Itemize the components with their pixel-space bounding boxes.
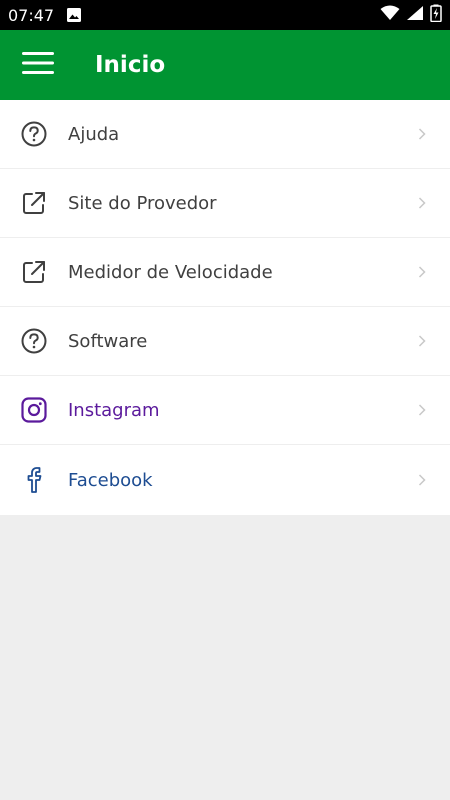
instagram-icon [0,376,68,445]
hamburger-menu-icon [22,51,54,80]
chevron-right-icon [418,169,426,237]
app-bar: Inicio [0,30,450,100]
page-title: Inicio [95,52,166,78]
signal-icon [406,5,424,26]
menu-item-label: Ajuda [68,123,120,145]
menu-list: Ajuda Site do Provedor Medidor de Veloci… [0,100,450,515]
menu-item-instagram[interactable]: Instagram [0,376,450,445]
chevron-right-icon [418,307,426,375]
chevron-right-icon [418,376,426,444]
menu-item-medidor-de-velocidade[interactable]: Medidor de Velocidade [0,238,450,307]
wifi-icon [380,5,400,26]
external-link-icon [0,238,68,307]
chevron-right-icon [418,100,426,168]
status-time: 07:47 [8,5,55,25]
status-bar: 07:47 [0,0,450,30]
menu-item-ajuda[interactable]: Ajuda [0,100,450,169]
menu-item-site-do-provedor[interactable]: Site do Provedor [0,169,450,238]
menu-item-facebook[interactable]: Facebook [0,445,450,515]
menu-item-label: Medidor de Velocidade [68,261,273,283]
facebook-icon [0,446,68,515]
external-link-icon [0,169,68,238]
battery-icon [430,4,442,27]
menu-item-label: Software [68,330,148,352]
image-icon [66,7,82,23]
menu-item-software[interactable]: Software [0,307,450,376]
menu-item-label: Facebook [68,469,153,491]
help-circle-icon [0,307,68,376]
status-icons [380,4,442,27]
menu-item-label: Site do Provedor [68,192,217,214]
menu-item-label: Instagram [68,399,160,421]
menu-button[interactable] [0,30,76,100]
chevron-right-icon [418,238,426,306]
chevron-right-icon [418,445,426,515]
help-circle-icon [0,100,68,169]
